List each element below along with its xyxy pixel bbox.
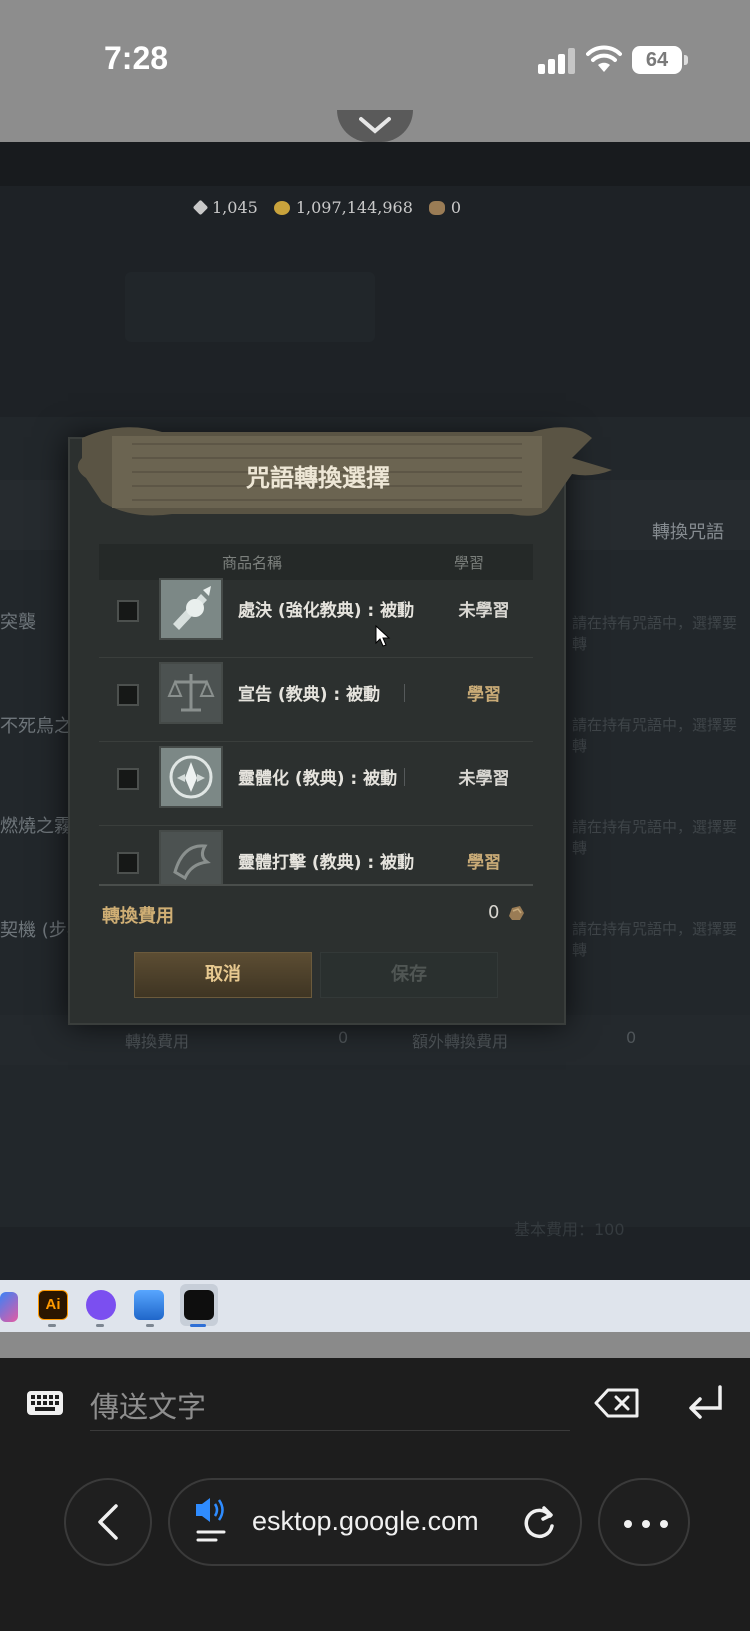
bg-extra-label: 額外轉換費用 xyxy=(412,1032,509,1051)
illustrator-icon[interactable]: Ai xyxy=(38,1290,68,1320)
backspace-icon[interactable] xyxy=(594,1388,640,1418)
input-underline xyxy=(90,1430,570,1431)
dot xyxy=(624,1520,632,1528)
column-header-name: 商品名稱 xyxy=(222,554,283,572)
send-text-input[interactable]: 傳送文字 xyxy=(90,1384,206,1426)
item-name: 靈體打擊 (教典) : 被動 xyxy=(238,853,415,873)
status-time: 7:28 xyxy=(104,40,169,76)
list-bottom-line xyxy=(99,884,533,886)
photos-icon[interactable] xyxy=(134,1290,164,1320)
reload-icon[interactable] xyxy=(520,1504,558,1542)
execution-spell-icon xyxy=(159,578,223,640)
column-header-learn: 學習 xyxy=(454,554,485,572)
keyboard-icon[interactable] xyxy=(26,1390,64,1416)
chevron-down-icon xyxy=(359,117,391,134)
back-button[interactable] xyxy=(64,1478,152,1566)
game-topbar xyxy=(0,142,750,186)
item-learn-status: 學習 xyxy=(467,685,501,705)
bg-extra-value: 0 xyxy=(626,1028,637,1047)
status-bar: 7:28 64 xyxy=(0,0,750,142)
item-divider xyxy=(404,852,405,870)
dot xyxy=(660,1520,668,1528)
spell-list-item[interactable]: 靈體打擊 (教典) : 被動 學習 xyxy=(99,826,533,884)
currency-bar: 1,045 1,097,144,968 0 xyxy=(192,198,462,217)
screen: 7:28 64 1,045 1,097,144,968 0 轉換咒語 突襲 不死… xyxy=(0,0,750,1631)
item-divider xyxy=(404,600,405,618)
bg-row-hint: 請在持有咒語中，選擇要轉 xyxy=(572,920,738,959)
ore-amount: 0 xyxy=(450,198,462,217)
item-checkbox[interactable] xyxy=(117,600,139,622)
item-name: 宣告 (教典) : 被動 xyxy=(238,685,381,705)
mouse-cursor-icon xyxy=(375,625,391,647)
bg-row-hint: 請在持有咒語中，選擇要轉 xyxy=(572,716,738,755)
scales-spell-icon xyxy=(159,662,223,724)
spell-list-item[interactable]: 靈體化 (教典) : 被動 未學習 xyxy=(99,742,533,826)
item-checkbox[interactable] xyxy=(117,852,139,874)
diamond-amount: 1,045 xyxy=(212,198,258,217)
spirit-form-spell-icon xyxy=(159,746,223,808)
gold-amount: 1,097,144,968 xyxy=(295,198,413,217)
bg-row-hint: 請在持有咒語中，選擇要轉 xyxy=(572,818,738,857)
separator xyxy=(0,1332,750,1358)
item-name: 靈體化 (教典) : 被動 xyxy=(238,769,398,789)
item-divider xyxy=(404,684,405,702)
item-learn-status: 未學習 xyxy=(458,769,510,789)
bg-row-label: 不死鳥之 xyxy=(0,716,72,737)
bg-row-label: 突襲 xyxy=(0,612,36,633)
convert-cost-value: 0 xyxy=(488,902,500,923)
bg-convert-spell-label: 轉換咒語 xyxy=(652,522,724,543)
bg-base-cost: 基本費用：100 xyxy=(514,1220,625,1239)
wifi-icon xyxy=(586,45,622,72)
bg-row-label: 燃燒之霧 xyxy=(0,816,72,837)
bg-cost-value: 0 xyxy=(338,1028,349,1047)
enter-icon[interactable] xyxy=(686,1384,726,1422)
spell-list-item[interactable]: 處決 (強化教典) : 被動 未學習 xyxy=(99,574,533,658)
dialog-title: 咒語轉換選擇 xyxy=(246,464,390,492)
item-name: 處決 (強化教典) : 被動 xyxy=(238,601,415,621)
chevron-left-icon xyxy=(98,1504,118,1540)
item-learn-status: 未學習 xyxy=(458,601,510,621)
diamond-icon xyxy=(192,199,209,216)
cellular-signal-icon xyxy=(538,48,575,74)
spirit-strike-spell-icon xyxy=(159,830,223,884)
taskbar-indicator-active xyxy=(190,1324,206,1327)
game-icon[interactable] xyxy=(184,1290,214,1320)
assistant-icon[interactable] xyxy=(86,1290,116,1320)
battery-indicator: 64 xyxy=(632,46,682,74)
speaker-icon[interactable] xyxy=(192,1496,232,1548)
gold-coin-icon xyxy=(273,200,290,215)
cancel-button[interactable]: 取消 xyxy=(134,952,312,998)
background-title xyxy=(125,272,375,342)
item-checkbox[interactable] xyxy=(117,768,139,790)
dot xyxy=(642,1520,650,1528)
battery-nub xyxy=(684,55,688,65)
collapse-tab[interactable] xyxy=(337,110,413,142)
bg-row-hint: 請在持有咒語中，選擇要轉 xyxy=(572,614,738,653)
convert-cost-label: 轉換費用 xyxy=(102,906,174,927)
url-text: esktop.google.com xyxy=(252,1506,479,1536)
ore-icon xyxy=(509,906,524,920)
bg-cost-label: 轉換費用 xyxy=(125,1032,190,1051)
ore-icon xyxy=(428,200,445,215)
spell-list-item[interactable]: 宣告 (教典) : 被動 學習 xyxy=(99,658,533,742)
item-learn-status: 學習 xyxy=(467,853,501,873)
more-options-button[interactable] xyxy=(598,1478,690,1566)
taskbar-indicator xyxy=(146,1324,154,1327)
copilot-icon[interactable] xyxy=(0,1292,18,1322)
item-checkbox[interactable] xyxy=(117,684,139,706)
taskbar-indicator xyxy=(48,1324,56,1327)
save-button[interactable]: 保存 xyxy=(320,952,498,998)
item-divider xyxy=(404,768,405,786)
taskbar-indicator xyxy=(96,1324,104,1327)
